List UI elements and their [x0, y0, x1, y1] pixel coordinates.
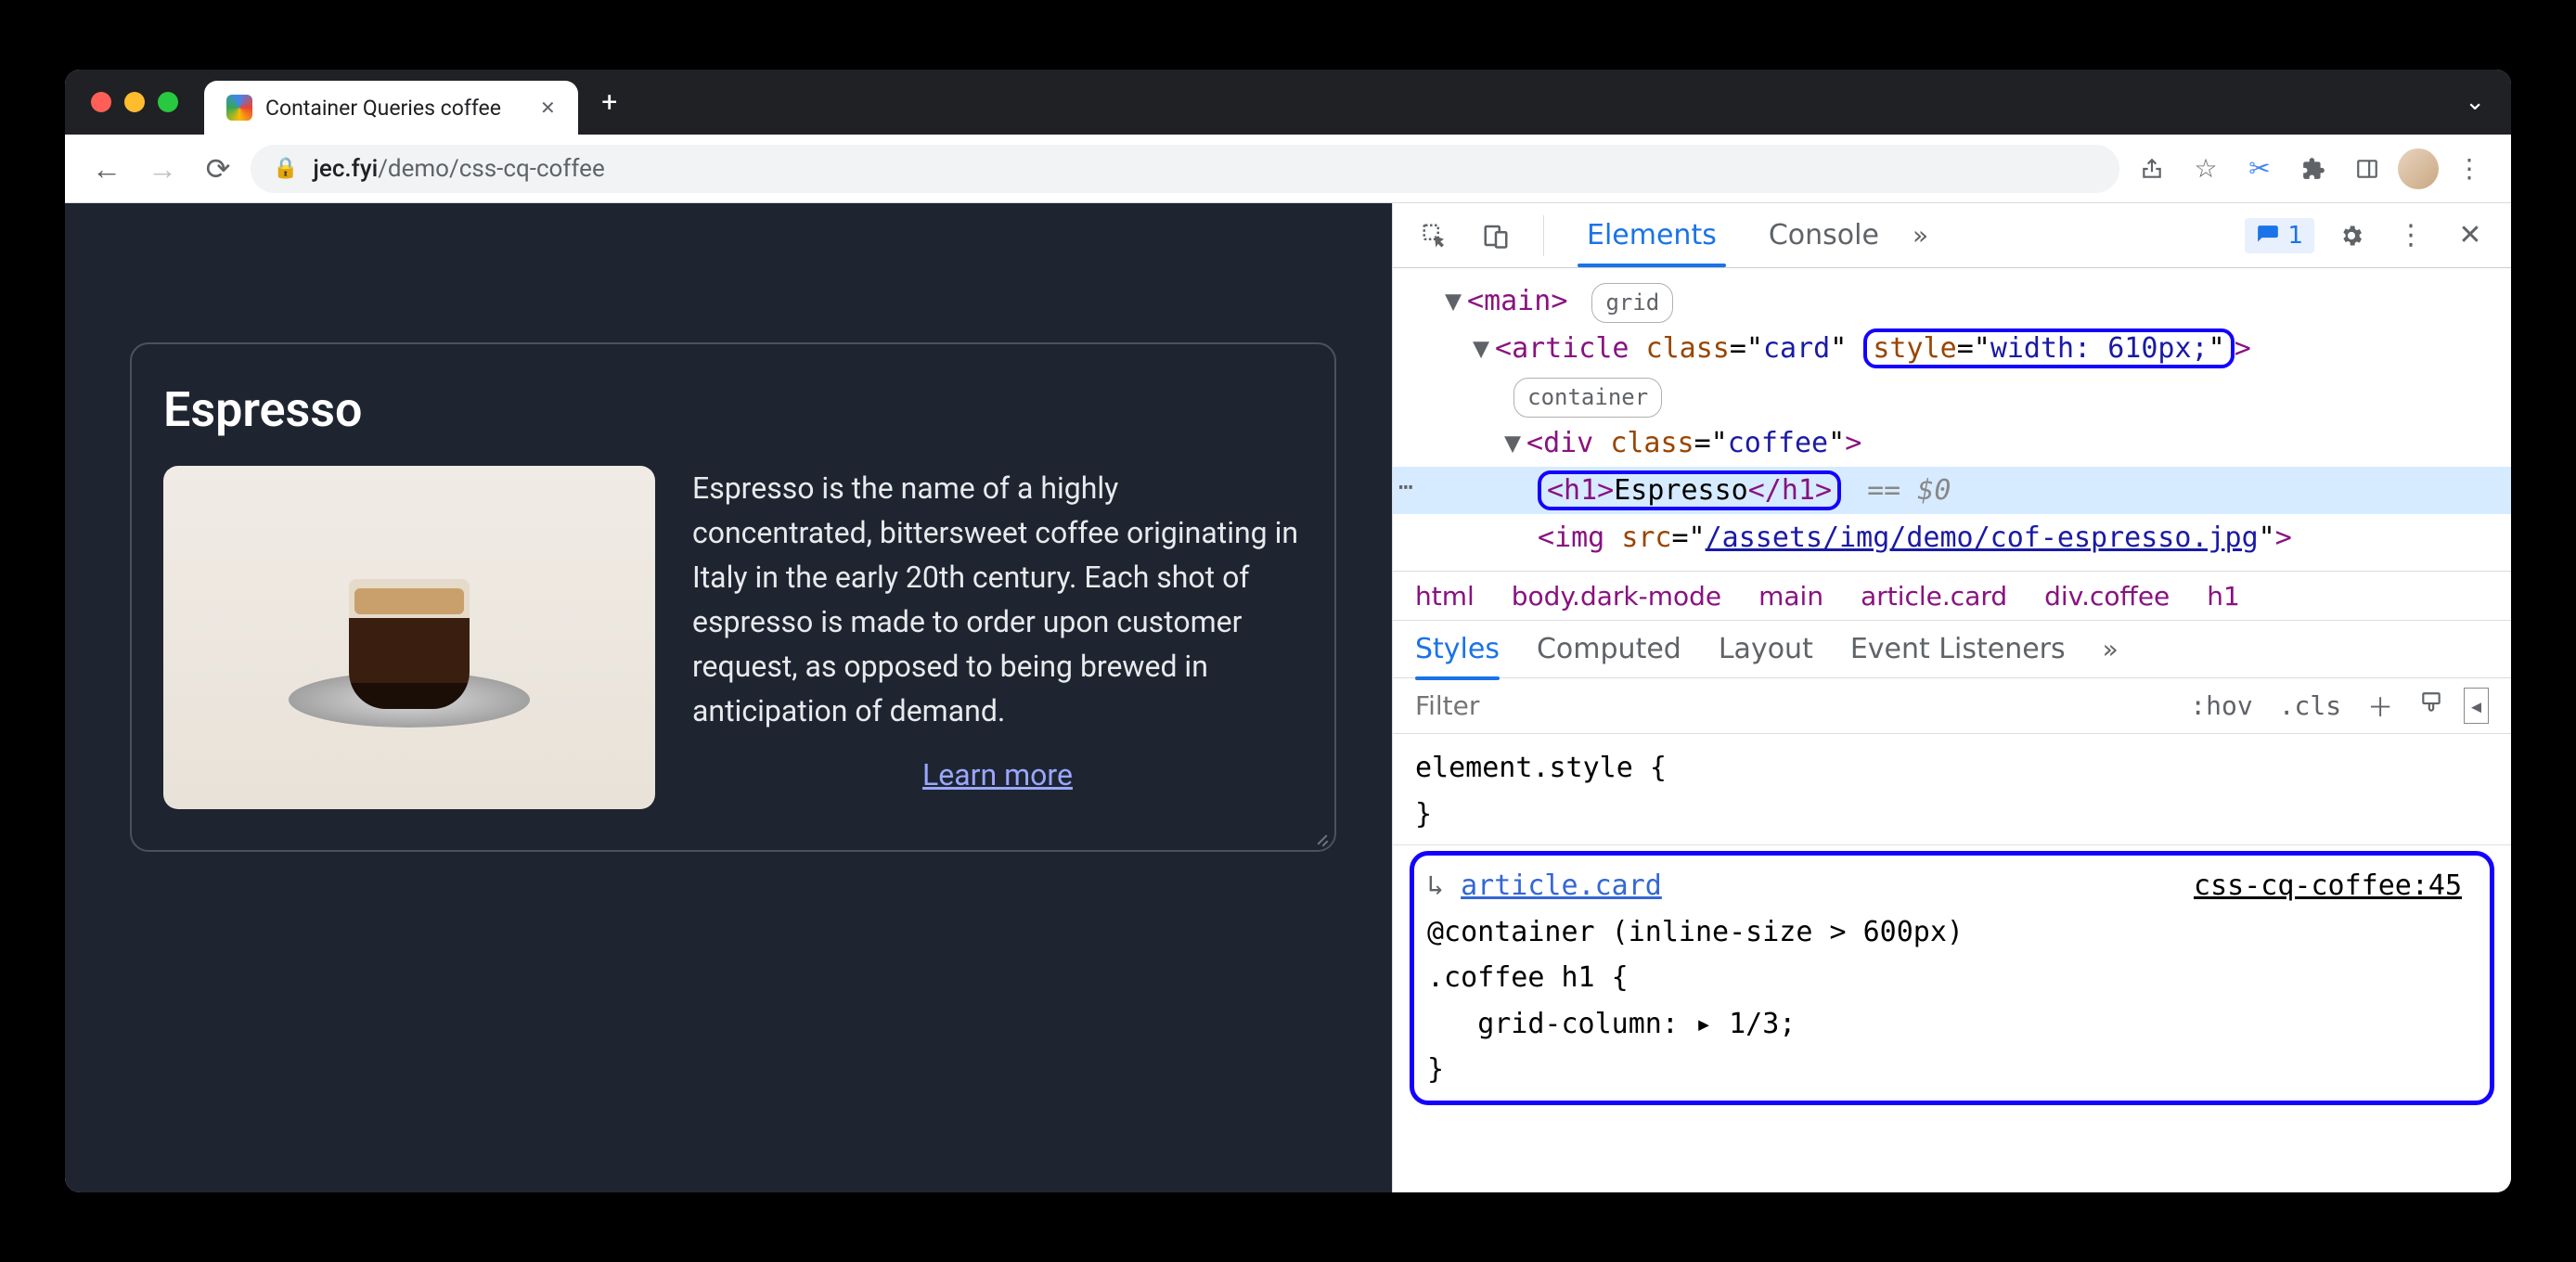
card-heading: Espresso [163, 381, 1303, 438]
devtools-header: Elements Console » 1 ⋮ ✕ [1393, 203, 2511, 268]
element-style-rule[interactable]: element.style { } [1393, 741, 2511, 841]
card-description: Espresso is the name of a highly concent… [692, 466, 1303, 733]
url-text: jec.fyi/demo/css-cq-coffee [313, 155, 604, 183]
browser-menu-button[interactable]: ⋮ [2446, 146, 2492, 192]
tab-computed[interactable]: Computed [1537, 633, 1681, 665]
highlighted-style-attr: style="width: 610px;" [1863, 328, 2234, 368]
favicon-icon [226, 95, 252, 121]
dom-line-div[interactable]: ▼<div class="coffee"> [1393, 419, 2511, 467]
reload-button[interactable]: ⟳ [195, 146, 241, 192]
crumb-html[interactable]: html [1415, 581, 1475, 612]
breadcrumb-trail[interactable]: html body.dark-mode main article.card di… [1393, 571, 2511, 621]
card-text: Espresso is the name of a highly concent… [692, 466, 1303, 792]
coffee-image [163, 466, 655, 809]
dom-line-h1-selected[interactable]: ⋯ <h1>Espresso</h1> == $0 [1393, 467, 2511, 514]
clip-button[interactable]: ✂ [2236, 146, 2283, 192]
tab-styles[interactable]: Styles [1415, 633, 1500, 665]
tab-title: Container Queries coffee [265, 96, 501, 121]
dom-line-main[interactable]: ▼<main> grid [1393, 277, 2511, 325]
tab-elements[interactable]: Elements [1568, 203, 1735, 267]
close-tab-icon[interactable]: ✕ [540, 97, 556, 119]
card-body: Espresso is the name of a highly concent… [163, 466, 1303, 809]
styles-more-button[interactable]: » [2103, 634, 2119, 664]
browser-toolbar: ← → ⟳ 🔒 jec.fyi/demo/css-cq-coffee ☆ ✂ ⋮ [65, 135, 2511, 203]
close-devtools-button[interactable]: ✕ [2448, 213, 2492, 258]
crumb-main[interactable]: main [1758, 581, 1823, 612]
dom-line-container-badge[interactable]: container [1393, 372, 2511, 419]
maximize-window-button[interactable] [158, 92, 178, 112]
container-badge[interactable]: container [1513, 378, 1662, 418]
hov-toggle[interactable]: :hov [2184, 690, 2258, 721]
learn-more-link[interactable]: Learn more [692, 757, 1303, 792]
devtools-menu-button[interactable]: ⋮ [2389, 213, 2433, 258]
inspect-element-button[interactable] [1411, 212, 1458, 259]
crumb-div[interactable]: div.coffee [2044, 581, 2170, 612]
device-toolbar-button[interactable] [1473, 212, 1519, 259]
styles-body[interactable]: element.style { } css-cq-coffee:45 ↳ art… [1393, 734, 2511, 1118]
grid-badge[interactable]: grid [1591, 283, 1673, 323]
tab-event-listeners[interactable]: Event Listeners [1850, 633, 2066, 665]
page-viewport: Espresso Espresso is the name of a highl… [65, 203, 1392, 1192]
content-area: Espresso Espresso is the name of a highl… [65, 203, 2511, 1192]
selected-overflow-icon[interactable]: ⋯ [1398, 467, 1413, 508]
issues-badge[interactable]: 1 [2245, 218, 2314, 253]
lock-icon: 🔒 [273, 157, 298, 180]
resize-handle-icon[interactable] [1310, 826, 1329, 844]
profile-avatar[interactable] [2398, 148, 2439, 189]
share-button[interactable] [2129, 146, 2175, 192]
styles-tabs: Styles Computed Layout Event Listeners » [1393, 621, 2511, 678]
titlebar: Container Queries coffee ✕ + ⌄ [65, 70, 2511, 135]
new-style-rule-button[interactable]: ＋ [2362, 688, 2399, 725]
bookmark-button[interactable]: ☆ [2183, 146, 2229, 192]
toolbar-right: ☆ ✂ ⋮ [2129, 146, 2492, 192]
computed-sidebar-button[interactable]: ◂ [2464, 688, 2489, 724]
styles-filter-input[interactable] [1415, 690, 2170, 721]
tab-console[interactable]: Console [1750, 203, 1898, 267]
dom-line-img[interactable]: <img src="/assets/img/demo/cof-espresso.… [1393, 514, 2511, 561]
tab-layout[interactable]: Layout [1719, 633, 1813, 665]
highlighted-container-rule: css-cq-coffee:45 ↳ article.card @contain… [1410, 851, 2494, 1105]
close-window-button[interactable] [91, 92, 111, 112]
browser-tab[interactable]: Container Queries coffee ✕ [204, 81, 578, 135]
tabs-more-button[interactable]: » [1913, 220, 1928, 251]
crumb-body[interactable]: body.dark-mode [1512, 581, 1721, 612]
cls-toggle[interactable]: .cls [2273, 690, 2347, 721]
coffee-card: Espresso Espresso is the name of a highl… [130, 342, 1336, 852]
source-link[interactable]: css-cq-coffee:45 [2194, 863, 2462, 909]
elements-tree[interactable]: ▼<main> grid ▼<article class="card" styl… [1393, 268, 2511, 571]
container-element-link[interactable]: article.card [1461, 869, 1662, 902]
minimize-window-button[interactable] [124, 92, 145, 112]
issues-count: 1 [2287, 222, 2303, 250]
tab-search-button[interactable]: ⌄ [2465, 88, 2485, 116]
forward-button[interactable]: → [139, 146, 186, 192]
new-tab-button[interactable]: + [587, 80, 632, 124]
crumb-h1[interactable]: h1 [2207, 581, 2240, 612]
crumb-article[interactable]: article.card [1861, 581, 2007, 612]
highlighted-h1: <h1>Espresso</h1> [1538, 470, 1841, 510]
brush-button[interactable] [2414, 690, 2449, 721]
url-bar[interactable]: 🔒 jec.fyi/demo/css-cq-coffee [251, 145, 2119, 193]
dom-line-article[interactable]: ▼<article class="card" style="width: 610… [1393, 325, 2511, 372]
styles-toolbar: :hov .cls ＋ ◂ [1393, 678, 2511, 734]
back-button[interactable]: ← [84, 146, 130, 192]
side-panel-button[interactable] [2344, 146, 2390, 192]
settings-button[interactable] [2329, 213, 2374, 258]
traffic-lights [65, 92, 178, 112]
extensions-button[interactable] [2290, 146, 2337, 192]
browser-window: Container Queries coffee ✕ + ⌄ ← → ⟳ 🔒 j… [65, 70, 2511, 1192]
devtools-panel: Elements Console » 1 ⋮ ✕ ▼<main> grid [1392, 203, 2511, 1192]
